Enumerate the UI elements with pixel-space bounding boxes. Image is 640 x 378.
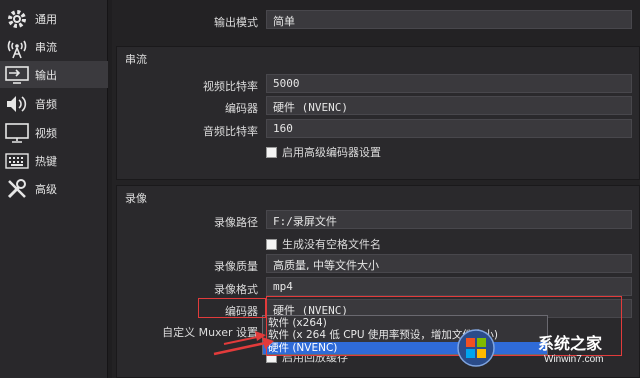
advanced-encoder-checkbox[interactable]: 启用高级编码器设置 — [266, 144, 381, 160]
sidebar-item-label: 音频 — [35, 97, 57, 111]
recording-path-input[interactable]: F:/录屏文件 — [266, 210, 632, 229]
no-space-filename-checkbox[interactable]: 生成没有空格文件名 — [266, 236, 381, 252]
checkbox-box[interactable] — [266, 146, 277, 158]
recording-quality-select[interactable]: 高质量, 中等文件大小 — [266, 254, 632, 273]
recording-format-select[interactable]: mp4 — [266, 277, 632, 296]
stream-encoder-label: 编码器 — [225, 102, 258, 115]
site-watermark: 系统之家 Winwin7.com — [452, 322, 640, 378]
sidebar-item-audio[interactable]: 音频 — [0, 90, 108, 117]
watermark-text: Winwin7.com — [544, 354, 604, 365]
settings-sidebar: 通用 串流 输出 音频 视频 热键 高级 — [0, 0, 108, 378]
recording-path-label: 录像路径 — [214, 216, 258, 229]
monitor-icon — [2, 121, 32, 145]
checkbox-label: 启用高级编码器设置 — [282, 146, 381, 159]
output-mode-select[interactable]: 简单 — [266, 10, 632, 29]
sidebar-item-label: 热键 — [35, 154, 57, 168]
group-title: 串流 — [125, 53, 147, 66]
sidebar-item-video[interactable]: 视频 — [0, 119, 108, 146]
sidebar-item-label: 通用 — [35, 12, 57, 26]
tools-icon — [2, 177, 32, 201]
sidebar-item-output[interactable]: 输出 — [0, 61, 108, 88]
checkbox-label: 生成没有空格文件名 — [282, 238, 381, 251]
group-title: 录像 — [125, 192, 147, 205]
sidebar-item-stream[interactable]: 串流 — [0, 33, 108, 60]
gear-icon — [2, 7, 32, 31]
sidebar-item-hotkeys[interactable]: 热键 — [0, 147, 108, 174]
sidebar-item-general[interactable]: 通用 — [0, 5, 108, 32]
speaker-icon — [2, 92, 32, 116]
checkbox-box[interactable] — [266, 238, 277, 250]
annotation-box-encoder-label — [198, 298, 266, 318]
audio-bitrate-select[interactable]: 160 — [266, 119, 632, 138]
recording-quality-label: 录像质量 — [214, 260, 258, 273]
video-bitrate-label: 视频比特率 — [203, 80, 258, 93]
broadcast-antenna-icon — [2, 35, 32, 59]
keyboard-icon — [2, 149, 32, 173]
sidebar-item-label: 串流 — [35, 40, 57, 54]
annotation-arrow-icon — [213, 331, 274, 356]
watermark-brand: 系统之家 — [538, 334, 603, 353]
sidebar-item-label: 视频 — [35, 126, 57, 140]
recording-format-label: 录像格式 — [214, 283, 258, 296]
stream-encoder-select[interactable]: 硬件 (NVENC) — [266, 96, 632, 115]
video-bitrate-input[interactable]: 5000 — [266, 74, 632, 93]
windows-logo-icon — [457, 329, 495, 367]
monitor-output-icon — [2, 63, 32, 87]
audio-bitrate-label: 音频比特率 — [203, 125, 258, 138]
sidebar-item-advanced[interactable]: 高级 — [0, 175, 108, 202]
output-mode-label: 输出模式 — [214, 16, 258, 29]
sidebar-item-label: 输出 — [35, 68, 57, 82]
sidebar-item-label: 高级 — [35, 182, 57, 196]
